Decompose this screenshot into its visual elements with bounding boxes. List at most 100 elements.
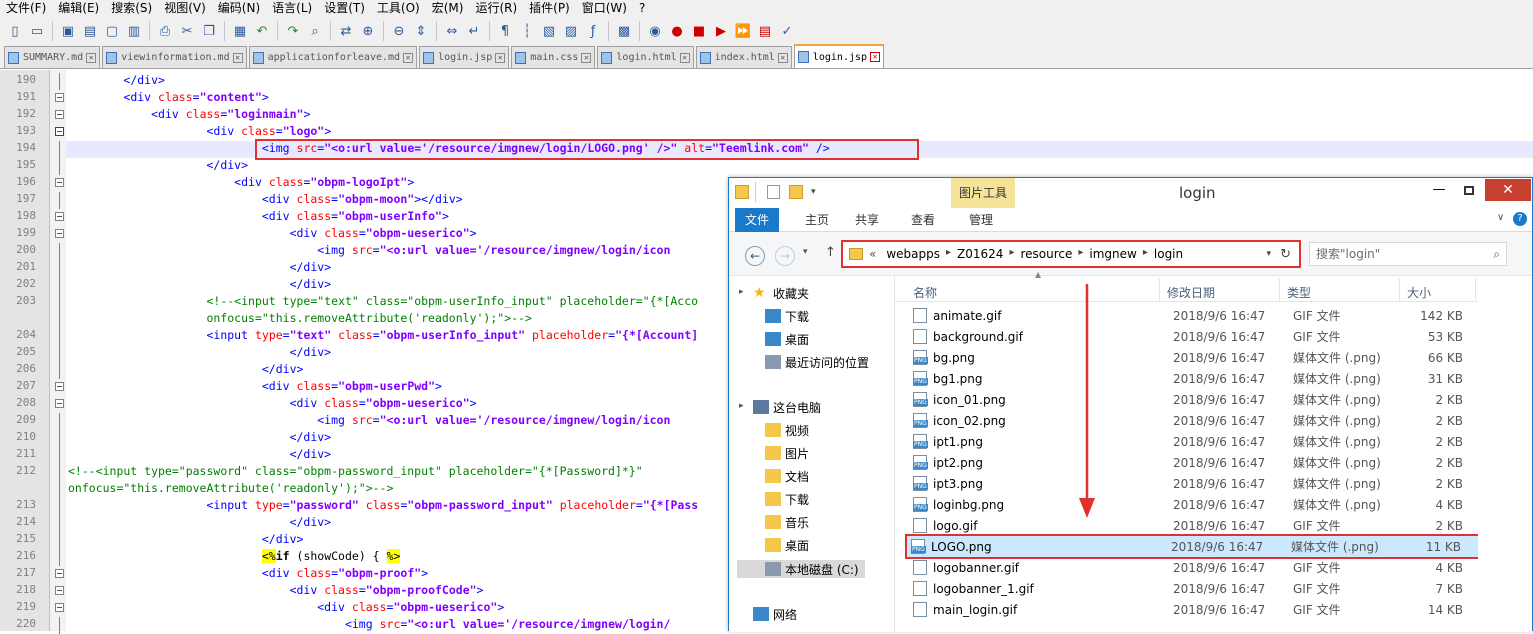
expand-icon[interactable]: ▸ [739, 287, 744, 297]
nav-item-7[interactable]: 文档 [765, 467, 809, 485]
zoom-out-icon[interactable]: ⊖ [390, 22, 408, 40]
menu-item-4[interactable]: 编码(N) [212, 0, 266, 17]
tab-3[interactable]: login.jsp ✕ [419, 46, 510, 68]
refresh-icon[interactable]: ↻ [1280, 247, 1291, 262]
zoom-in-icon[interactable]: ⊕ [359, 22, 377, 40]
code-line[interactable]: <div class="obpm-proofCode"> [68, 583, 484, 597]
cut-icon[interactable]: ✂ [178, 22, 196, 40]
code-line[interactable]: <div class="obpm-userInfo"> [68, 209, 449, 223]
open-icon[interactable]: ▭ [28, 22, 46, 40]
code-line[interactable]: <%if (showCode) { %> [68, 549, 401, 563]
code-line[interactable]: <input type="text" class="obpm-userInfo_… [68, 328, 698, 342]
function-list-icon[interactable]: ƒ [584, 22, 602, 40]
code-line[interactable]: <div class="obpm-moon"></div> [68, 192, 463, 206]
code-line[interactable]: <div class="obpm-proof"> [68, 566, 428, 580]
maximize-button[interactable] [1455, 179, 1483, 201]
fold-toggle-icon[interactable] [55, 382, 64, 391]
code-line[interactable]: <div class="logo"> [68, 124, 331, 138]
menu-item-5[interactable]: 语言(L) [266, 0, 318, 17]
replace-icon[interactable]: ⇄ [337, 22, 355, 40]
column-header-name[interactable]: 名称 [913, 284, 937, 301]
new-folder-icon[interactable] [789, 185, 803, 199]
menu-item-10[interactable]: 插件(P) [523, 0, 576, 17]
file-row[interactable]: LOGO.png 2018/9/6 16:47 媒体文件 (.png) 11 KB [905, 534, 1485, 559]
menu-item-2[interactable]: 搜索(S) [105, 0, 158, 17]
fold-toggle-icon[interactable] [55, 178, 64, 187]
code-line[interactable]: <div class="obpm-ueserico"> [68, 396, 477, 410]
doc-map-icon[interactable]: ▨ [562, 22, 580, 40]
tab-2[interactable]: applicationforleave.md ✕ [248, 46, 418, 68]
stop-macro-icon[interactable]: ■ [690, 22, 708, 40]
code-line[interactable]: <!--<input type="text" class="obpm-userI… [68, 294, 698, 308]
code-line[interactable]: </div> [68, 430, 332, 444]
code-line[interactable]: onfocus="this.removeAttribute('readonly'… [68, 481, 393, 495]
find-icon[interactable]: ⌕ [306, 22, 324, 40]
play-macro-icon[interactable]: ▶ [712, 22, 730, 40]
print-icon[interactable]: ⎙ [156, 22, 174, 40]
quick-access-dropdown-icon[interactable]: ▾ [811, 187, 816, 197]
menu-item-8[interactable]: 宏(M) [426, 0, 470, 17]
sync-h-icon[interactable]: ⇔ [443, 22, 461, 40]
tab-0[interactable]: SUMMARY.md ✕ [4, 46, 101, 68]
ribbon-tab-3[interactable]: 查看 [901, 208, 945, 232]
code-line[interactable]: </div> [68, 515, 332, 529]
file-row[interactable]: background.gif 2018/9/6 16:47 GIF 文件 53 KB [909, 326, 1469, 347]
tab-6[interactable]: index.html ✕ [695, 46, 792, 68]
breadcrumb-separator-icon[interactable]: ▸ [1143, 247, 1148, 261]
show-all-chars-icon[interactable]: ¶ [496, 22, 514, 40]
nav-item-12[interactable]: 网络 [753, 605, 797, 623]
up-button[interactable]: ↑ [825, 245, 836, 260]
fold-toggle-icon[interactable] [55, 229, 64, 238]
fold-toggle-icon[interactable] [55, 586, 64, 595]
code-line[interactable]: <div class="content"> [68, 90, 268, 104]
breadcrumb-item[interactable]: resource [1020, 247, 1072, 261]
file-row[interactable]: icon_02.png 2018/9/6 16:47 媒体文件 (.png) 2 KB [909, 410, 1469, 431]
breadcrumb-separator-icon[interactable]: ▸ [1078, 247, 1083, 261]
udl-icon[interactable]: ▧ [540, 22, 558, 40]
paste-icon[interactable]: ▦ [231, 22, 249, 40]
file-row[interactable]: ipt1.png 2018/9/6 16:47 媒体文件 (.png) 2 KB [909, 431, 1469, 452]
monitor-icon[interactable]: ◉ [646, 22, 664, 40]
file-row[interactable]: bg1.png 2018/9/6 16:47 媒体文件 (.png) 31 KB [909, 368, 1469, 389]
file-row[interactable]: loginbg.png 2018/9/6 16:47 媒体文件 (.png) 4 KB [909, 494, 1469, 515]
save-macro-icon[interactable]: ▤ [756, 22, 774, 40]
close-icon[interactable]: ▢ [103, 22, 121, 40]
file-row[interactable]: logobanner_1.gif 2018/9/6 16:47 GIF 文件 7 KB [909, 578, 1469, 599]
undo-icon[interactable]: ↶ [253, 22, 271, 40]
code-line[interactable]: </div> [68, 345, 332, 359]
close-button[interactable]: ✕ [1485, 179, 1531, 201]
code-line[interactable]: <img src="<o:url value='/resource/imgnew… [68, 617, 670, 631]
code-line[interactable]: <img src="<o:url value='/resource/imgnew… [68, 243, 670, 257]
word-wrap-icon[interactable]: ↵ [465, 22, 483, 40]
breadcrumb-overflow[interactable]: « [869, 247, 876, 261]
code-line[interactable]: </div> [68, 532, 304, 546]
code-line[interactable]: <div class="obpm-ueserico"> [68, 600, 504, 614]
tab-close-icon[interactable]: ✕ [679, 52, 690, 63]
breadcrumb-item[interactable]: Z01624 [957, 247, 1003, 261]
nav-item-4[interactable]: 这台电脑 [753, 398, 821, 416]
menu-item-1[interactable]: 编辑(E) [52, 0, 105, 17]
search-input[interactable]: 搜索"login" ⌕ [1309, 242, 1507, 266]
file-row[interactable]: ipt3.png 2018/9/6 16:47 媒体文件 (.png) 2 KB [909, 473, 1469, 494]
file-row[interactable]: icon_01.png 2018/9/6 16:47 媒体文件 (.png) 2 KB [909, 389, 1469, 410]
code-line[interactable]: <img src="<o:url value='/resource/imgnew… [68, 413, 670, 427]
tab-close-icon[interactable]: ✕ [870, 52, 881, 62]
forward-button[interactable]: → [775, 246, 795, 266]
redo-icon[interactable]: ↷ [284, 22, 302, 40]
code-line[interactable]: <!--<input type="password" class="obpm-p… [68, 464, 643, 478]
nav-item-6[interactable]: 图片 [765, 444, 809, 462]
column-header-type[interactable]: 类型 [1287, 284, 1311, 301]
fold-toggle-icon[interactable] [55, 603, 64, 612]
code-line[interactable]: </div> [68, 447, 332, 461]
menu-item-6[interactable]: 设置(T) [318, 0, 371, 17]
file-row[interactable]: main_login.gif 2018/9/6 16:47 GIF 文件 14 KB [909, 599, 1469, 620]
new-file-icon[interactable]: ▯ [6, 22, 24, 40]
tab-close-icon[interactable]: ✕ [495, 52, 506, 63]
menu-item-12[interactable]: ? [633, 0, 651, 17]
tab-close-icon[interactable]: ✕ [232, 52, 243, 63]
nav-item-1[interactable]: 下载 [765, 307, 809, 325]
properties-icon[interactable] [767, 185, 780, 199]
nav-item-3[interactable]: 最近访问的位置 [765, 353, 869, 371]
recent-locations-dropdown-icon[interactable]: ▾ [803, 247, 808, 257]
menu-item-7[interactable]: 工具(O) [371, 0, 426, 17]
